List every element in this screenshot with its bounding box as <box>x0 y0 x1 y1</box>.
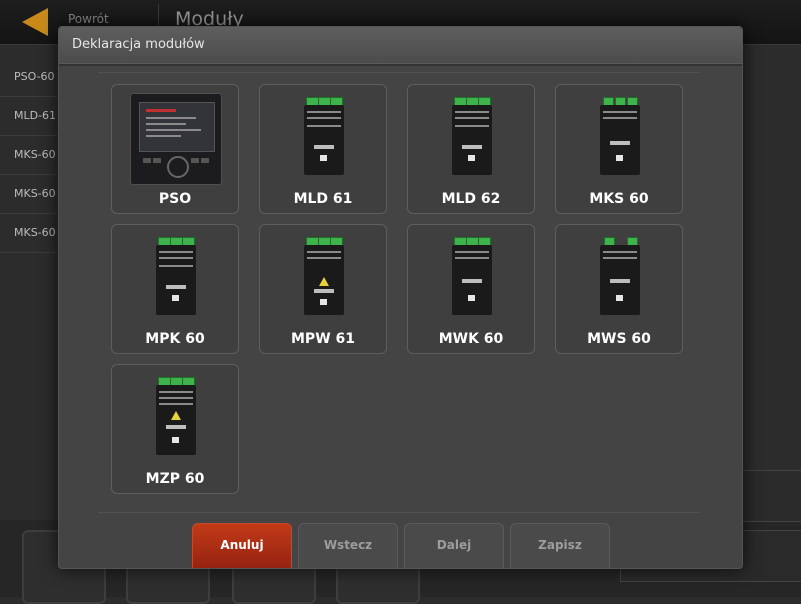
list-item[interactable]: MKS-60 <box>0 175 60 214</box>
tile-label: MKS 60 <box>589 191 649 207</box>
module-icon <box>600 237 640 315</box>
list-item[interactable]: MLD-61 <box>0 97 60 136</box>
tile-label: MLD 61 <box>293 191 353 207</box>
back-label[interactable]: Powrót <box>68 12 109 26</box>
list-item[interactable]: MKS-60 <box>0 214 60 253</box>
tile-label: MPW 61 <box>291 331 355 347</box>
save-button[interactable]: Zapisz <box>510 523 610 568</box>
tile-label: MWK 60 <box>438 331 504 347</box>
list-item[interactable]: PSO-60 ( <box>0 58 60 97</box>
module-icon <box>304 97 344 175</box>
list-item[interactable]: MKS-60 <box>0 136 60 175</box>
module-tile-mpw61[interactable]: MPW 61 <box>259 224 387 354</box>
dialog-title: Deklaracja modułów <box>72 37 205 52</box>
dialog-header: Deklaracja modułów <box>59 27 742 64</box>
next-button[interactable]: Dalej <box>404 523 504 568</box>
tile-label: MPK 60 <box>145 331 205 347</box>
tile-label: MZP 60 <box>145 471 205 487</box>
pso-panel-icon <box>130 93 222 185</box>
module-icon <box>452 97 492 175</box>
module-tile-mwk60[interactable]: MWK 60 <box>407 224 535 354</box>
module-tile-mpk60[interactable]: MPK 60 <box>111 224 239 354</box>
module-tile-mld61[interactable]: MLD 61 <box>259 84 387 214</box>
module-list: PSO-60 ( MLD-61 MKS-60 MKS-60 MKS-60 <box>0 58 60 253</box>
module-tile-pso[interactable]: PSO <box>111 84 239 214</box>
divider <box>99 512 699 513</box>
back-button[interactable]: Wstecz <box>298 523 398 568</box>
module-icon <box>452 237 492 315</box>
cancel-button[interactable]: Anuluj <box>192 523 292 568</box>
module-warning-icon <box>156 377 196 455</box>
module-declaration-dialog: Deklaracja modułów PSO MLD 61 MLD 62 MKS… <box>58 26 743 569</box>
divider <box>99 72 699 73</box>
module-tile-mws60[interactable]: MWS 60 <box>555 224 683 354</box>
module-icon <box>156 237 196 315</box>
tile-label: MLD 62 <box>441 191 501 207</box>
side-panel <box>740 470 801 522</box>
divider <box>59 64 742 66</box>
module-icon <box>600 97 640 175</box>
module-tile-mld62[interactable]: MLD 62 <box>407 84 535 214</box>
back-arrow-icon[interactable] <box>22 8 48 36</box>
module-warning-icon <box>304 237 344 315</box>
tile-label: PSO <box>158 191 192 207</box>
module-tile-mzp60[interactable]: MZP 60 <box>111 364 239 494</box>
tile-label: MWS 60 <box>587 331 651 347</box>
module-tile-mks60[interactable]: MKS 60 <box>555 84 683 214</box>
